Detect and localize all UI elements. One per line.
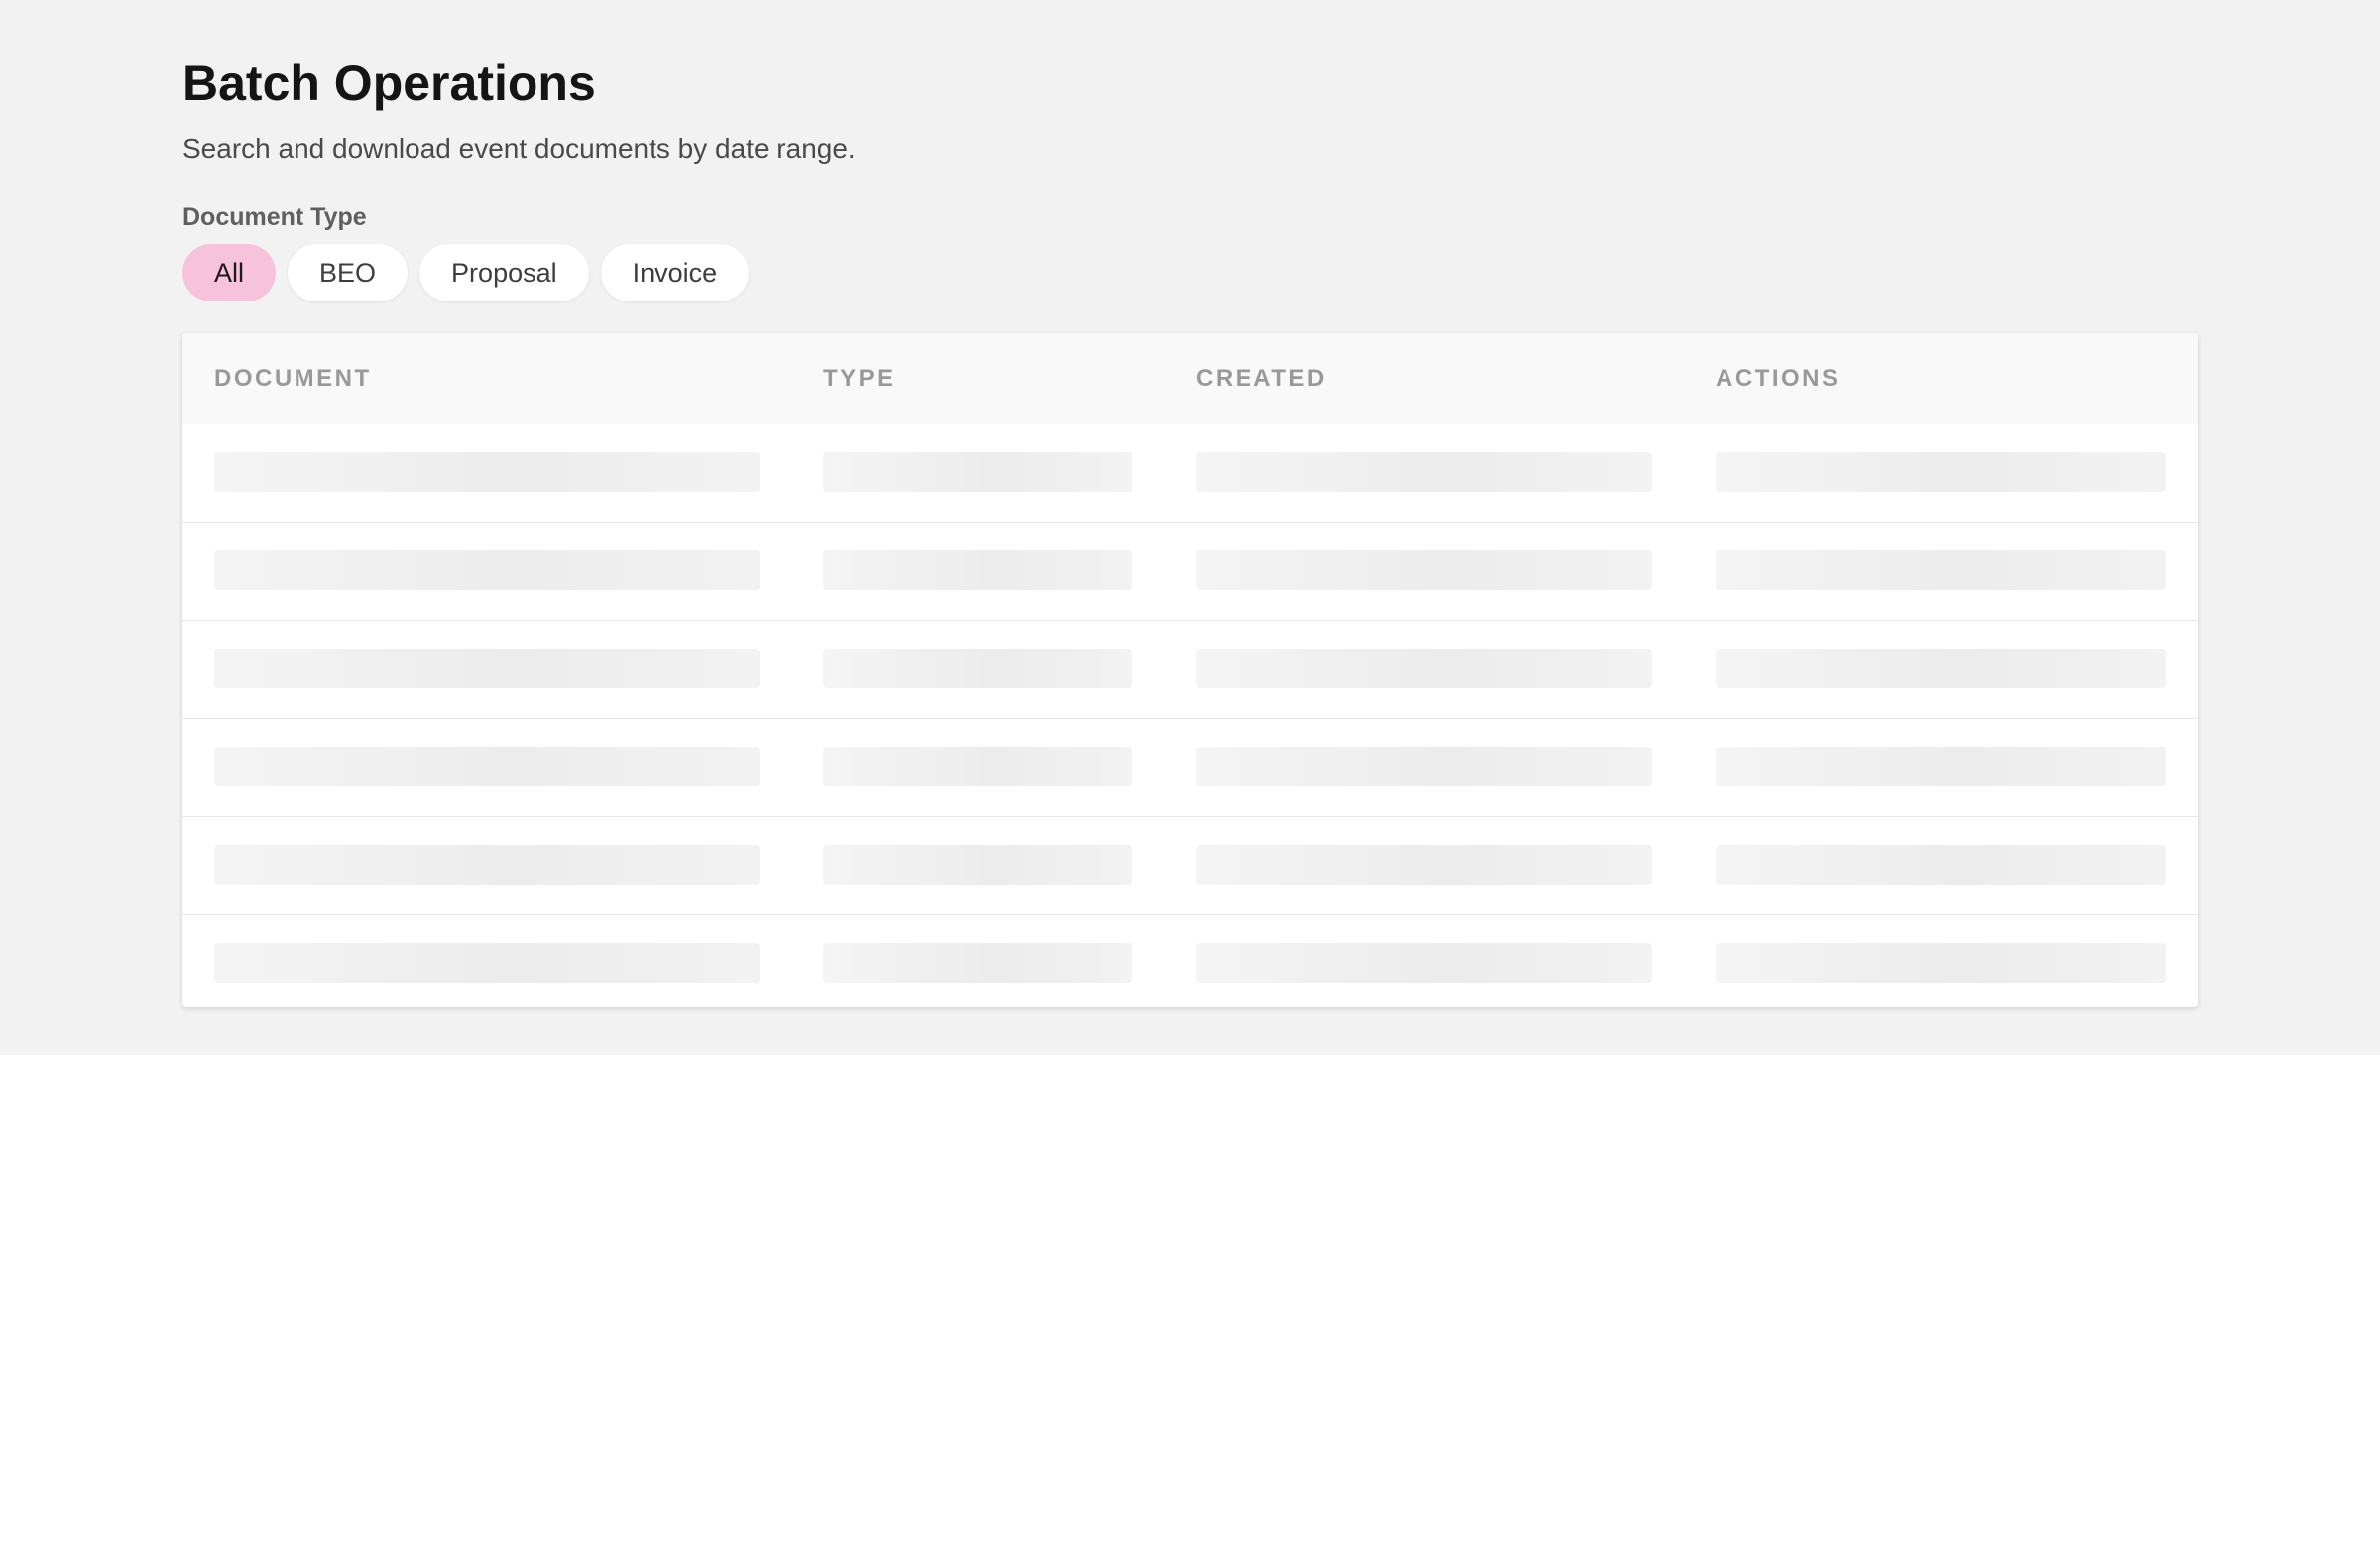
skeleton-cell-actions [1716,550,2166,590]
skeleton-cell-actions [1716,649,2166,688]
page-subtitle: Search and download event documents by d… [182,133,856,164]
column-header-type: TYPE [823,365,895,392]
skeleton-cell-created [1196,550,1652,590]
skeleton-cell-created [1196,845,1652,885]
skeleton-cell-type [823,550,1132,590]
skeleton-cell-document [214,747,760,786]
skeleton-cell-created [1196,747,1652,786]
skeleton-cell-document [214,649,760,688]
skeleton-cell-type [823,649,1132,688]
table-header: DOCUMENT TYPE CREATED ACTIONS [182,333,2198,424]
skeleton-cell-document [214,845,760,885]
column-header-created: CREATED [1196,365,1327,392]
skeleton-cell-created [1196,649,1652,688]
skeleton-cell-actions [1716,747,2166,786]
table-body [182,424,2198,1007]
page-background: Batch Operations Search and download eve… [0,0,2380,1055]
filter-pill-all[interactable]: All [182,244,277,301]
skeleton-cell-type [823,747,1132,786]
table-row-skeleton [182,718,2198,816]
table-row-skeleton [182,424,2198,522]
documents-table: DOCUMENT TYPE CREATED ACTIONS [182,333,2198,1007]
skeleton-cell-actions [1716,452,2166,492]
page-title: Batch Operations [182,56,596,111]
skeleton-cell-actions [1716,943,2166,983]
skeleton-cell-type [823,943,1132,983]
skeleton-cell-created [1196,452,1652,492]
column-header-actions: ACTIONS [1716,365,1841,392]
skeleton-cell-actions [1716,845,2166,885]
skeleton-cell-type [823,452,1132,492]
skeleton-cell-document [214,550,760,590]
filter-pill-invoice[interactable]: Invoice [600,244,750,301]
filter-pill-proposal[interactable]: Proposal [419,244,589,301]
skeleton-cell-document [214,943,760,983]
column-header-document: DOCUMENT [214,365,372,392]
table-row-skeleton [182,816,2198,914]
skeleton-cell-created [1196,943,1652,983]
table-row-skeleton [182,914,2198,1007]
document-type-label: Document Type [182,203,367,231]
skeleton-cell-document [214,452,760,492]
table-row-skeleton [182,522,2198,620]
document-type-filter: All BEO Proposal Invoice [182,244,750,301]
table-row-skeleton [182,620,2198,718]
filter-pill-beo[interactable]: BEO [288,244,409,301]
skeleton-cell-type [823,845,1132,885]
